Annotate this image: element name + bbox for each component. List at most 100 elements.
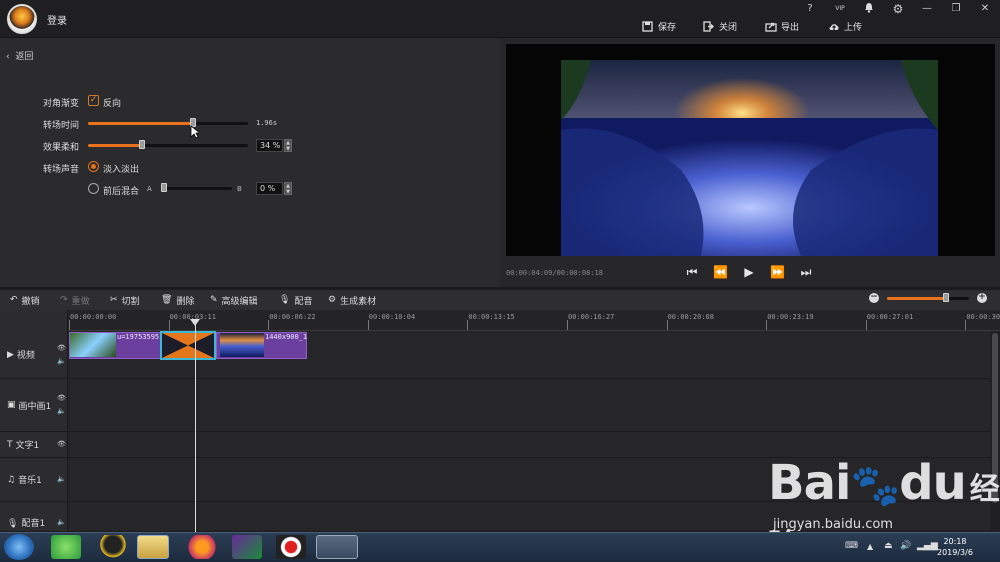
pip-track-header: ▣ 画中画1 xyxy=(0,379,68,432)
app-360-icon[interactable] xyxy=(51,535,81,559)
softness-input[interactable]: 34 % xyxy=(256,139,283,152)
mix-a-label: A xyxy=(147,185,152,193)
pip-visibility-eye-icon[interactable]: 👁 xyxy=(57,394,66,402)
media-app-icon[interactable] xyxy=(232,535,262,559)
mix-input[interactable]: 0 % xyxy=(256,182,283,195)
ruler-tick xyxy=(367,320,369,330)
gear-icon[interactable]: ⚙ xyxy=(889,2,907,16)
zoom-out-icon[interactable]: − xyxy=(869,293,879,303)
cut-button[interactable]: ✂ 切割 xyxy=(110,293,140,307)
transition-block[interactable] xyxy=(160,331,216,360)
volume-icon[interactable]: 🔊 xyxy=(900,541,911,551)
video-editor-taskbar-icon[interactable] xyxy=(316,535,358,559)
mix-slider-handle[interactable] xyxy=(161,183,167,192)
pip-track[interactable] xyxy=(68,379,990,432)
ruler-tick xyxy=(865,320,867,330)
duration-slider-fill xyxy=(88,122,193,125)
generate-label: 生成素材 xyxy=(340,296,377,307)
voice-mic-icon: 🎙 xyxy=(7,519,19,529)
login-link[interactable]: 登录 xyxy=(47,12,67,27)
pip-speaker-icon[interactable]: 🔈 xyxy=(57,407,66,415)
video-visibility-eye-icon[interactable]: 👁 xyxy=(57,344,66,352)
mix-slider[interactable] xyxy=(162,187,232,190)
zoom-in-icon[interactable]: + xyxy=(977,293,987,303)
start-button[interactable] xyxy=(4,534,34,560)
close-window-button[interactable]: ✕ xyxy=(976,2,994,16)
softness-spinner[interactable]: ▲ ▼ xyxy=(284,139,292,152)
upload-button[interactable]: 上传 xyxy=(828,18,862,34)
video-speaker-icon[interactable]: 🔈 xyxy=(57,357,66,365)
back-button[interactable]: ‹ 返回 xyxy=(6,49,33,62)
network-signal-icon[interactable]: ▂▄▆ xyxy=(917,541,938,551)
mix-radio[interactable] xyxy=(88,183,99,194)
play-icon[interactable]: ▶ xyxy=(742,265,756,279)
skip-to-end-icon[interactable]: ⏭ xyxy=(799,265,813,279)
fade-radio[interactable] xyxy=(88,161,99,172)
transition-sound-label: 转场声音 xyxy=(43,165,80,175)
voice-track-label: 配音1 xyxy=(21,519,46,529)
export-button[interactable]: 导出 xyxy=(765,18,799,34)
voice-speaker-icon[interactable]: 🔈 xyxy=(57,518,66,526)
vip-icon[interactable]: VIP xyxy=(831,2,849,16)
app-logo[interactable] xyxy=(7,4,37,34)
next-frame-icon[interactable]: ⏩ xyxy=(770,265,785,279)
softness-slider-handle[interactable] xyxy=(139,140,145,149)
advanced-edit-button[interactable]: ✎ 高级编辑 xyxy=(210,293,258,307)
dub-button[interactable]: 🎙 配音 xyxy=(279,293,312,307)
video-track-header: ▶ 视频 xyxy=(0,331,68,379)
ruler-tick xyxy=(69,320,70,330)
firefox-icon[interactable] xyxy=(187,535,217,559)
softness-label: 效果柔和 xyxy=(43,143,80,153)
file-explorer-icon[interactable] xyxy=(137,535,169,559)
clip-2-thumbnail xyxy=(220,333,264,357)
qq-icon[interactable] xyxy=(98,535,128,559)
pencil-icon: ✎ xyxy=(210,295,218,305)
playhead-line[interactable] xyxy=(195,322,196,532)
save-button[interactable]: 保存 xyxy=(642,18,676,34)
undo-icon: ↶ xyxy=(10,295,18,305)
bell-icon[interactable] xyxy=(860,2,878,16)
ruler-tick xyxy=(567,320,568,330)
close-project-button[interactable]: 关闭 xyxy=(703,18,737,34)
mix-spinner[interactable]: ▲ ▼ xyxy=(284,182,292,195)
ruler-tick-label: 00:00:27:01 xyxy=(866,313,914,321)
usb-icon[interactable]: ⏏ xyxy=(884,541,893,551)
paw-icon: 🐾 xyxy=(850,463,900,509)
previous-frame-icon[interactable]: ⏪ xyxy=(713,265,728,279)
mix-b-label: B xyxy=(237,185,242,193)
music-track-label: 音乐1 xyxy=(18,476,42,486)
restore-button[interactable]: ❐ xyxy=(947,2,965,16)
pip-track-icon: ▣ xyxy=(7,400,16,410)
cut-label: 切割 xyxy=(121,296,140,307)
clip-2-name: 1440x900_1 xyxy=(265,333,307,341)
clock-time: 20:18 xyxy=(943,537,967,546)
zoom-slider-handle[interactable] xyxy=(943,293,949,302)
screen-recorder-icon[interactable] xyxy=(276,535,306,559)
undo-button[interactable]: ↶ 撤销 xyxy=(10,293,40,307)
playhead-marker[interactable] xyxy=(190,319,200,326)
text-visibility-eye-icon[interactable]: 👁 xyxy=(57,440,66,448)
reverse-checkbox[interactable]: ✓ xyxy=(88,95,99,106)
ruler-tick-label: 00:00:30: xyxy=(966,313,1000,321)
help-button[interactable]: ? xyxy=(801,2,819,16)
delete-label: 删除 xyxy=(176,296,195,307)
tray-expand-icon[interactable]: ▲ xyxy=(867,542,873,551)
pip-track-label: 画中画1 xyxy=(18,401,52,412)
redo-icon: ↷ xyxy=(60,295,68,305)
chevron-left-icon: ‹ xyxy=(6,52,10,62)
text-track-icon: T xyxy=(7,439,13,450)
system-clock[interactable]: 20:18 2019/3/6 xyxy=(937,536,973,558)
ruler-tick-label: 00:00:23:19 xyxy=(767,313,814,321)
video-track-icon: ▶ xyxy=(7,349,14,360)
generate-material-button[interactable]: ⚙ 生成素材 xyxy=(328,293,376,307)
music-speaker-icon[interactable]: 🔈 xyxy=(57,475,66,483)
delete-button[interactable]: 🗑 删除 xyxy=(161,293,194,307)
redo-button[interactable]: ↷ 重做 xyxy=(60,293,90,307)
advanced-edit-label: 高级编辑 xyxy=(221,296,258,307)
ruler-tick-label: 00:00:10:04 xyxy=(368,313,416,321)
skip-to-start-icon[interactable]: ⏮ xyxy=(685,265,699,279)
save-icon xyxy=(642,20,653,32)
minimize-button[interactable]: — xyxy=(918,2,936,16)
upload-label: 上传 xyxy=(844,22,863,33)
keyboard-icon[interactable]: ⌨ xyxy=(845,541,858,551)
